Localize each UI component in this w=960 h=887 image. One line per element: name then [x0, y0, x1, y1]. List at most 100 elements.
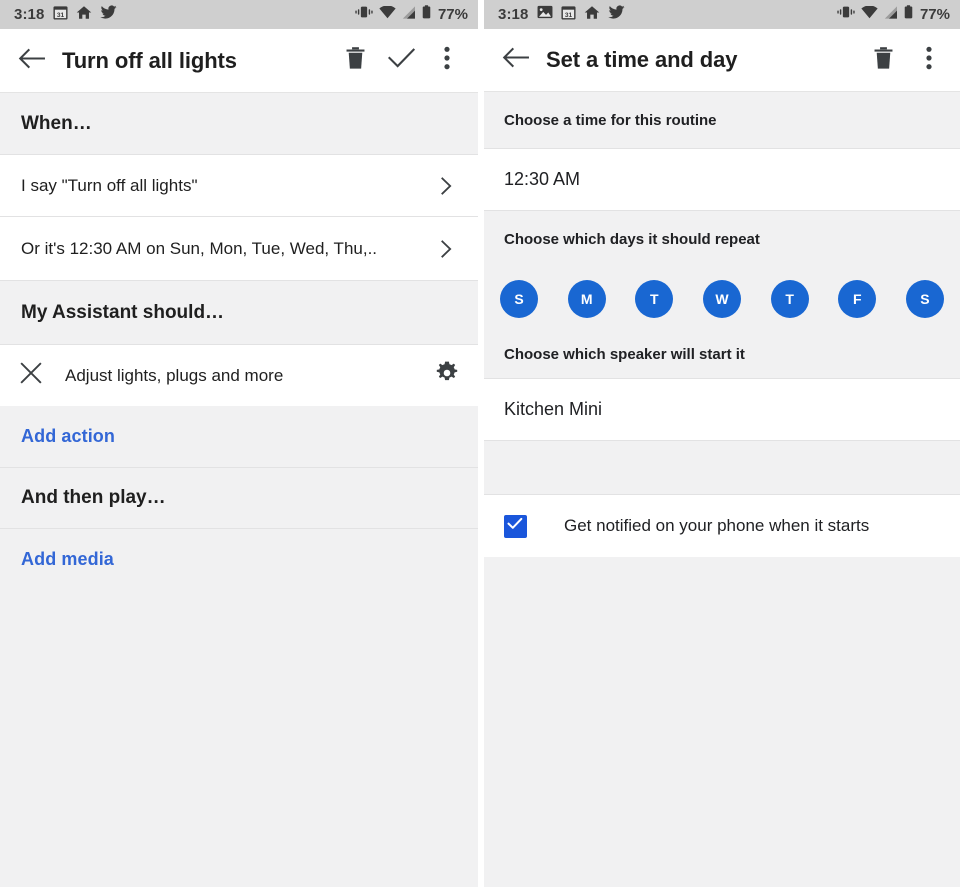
day-chip-label: S	[920, 291, 930, 307]
page-title: Set a time and day	[546, 47, 738, 72]
home-icon	[76, 5, 92, 25]
close-icon	[20, 362, 42, 389]
action-row-adjust-lights[interactable]: Adjust lights, plugs and more	[0, 345, 478, 406]
day-chip-sunday[interactable]: S	[500, 280, 538, 318]
trigger-time-label: Or it's 12:30 AM on Sun, Mon, Tue, Wed, …	[21, 238, 378, 258]
cell-signal-icon	[884, 5, 898, 24]
arrow-back-icon	[502, 46, 529, 74]
checkmark-icon	[507, 517, 523, 535]
chevron-right-icon	[441, 239, 478, 258]
days-section-heading: Choose which days it should repeat	[504, 230, 760, 248]
status-system-icons: 77%	[355, 4, 468, 24]
cell-signal-icon	[402, 5, 416, 24]
right-phone-screen: 3:18 31 77% Set a time and day Choose a …	[484, 0, 960, 887]
section-header-when: When…	[0, 93, 478, 155]
right-appbar-actions	[860, 36, 960, 84]
page-title: Turn off all lights	[62, 47, 237, 73]
day-chip-label: T	[650, 291, 659, 307]
day-chip-label: W	[715, 291, 729, 307]
left-phone-screen: 3:18 31 77% Turn off all lights When… I …	[0, 0, 478, 887]
check-icon	[387, 47, 415, 74]
time-value-row[interactable]: 12:30 AM	[484, 149, 960, 211]
right-app-bar: Set a time and day	[484, 29, 960, 92]
back-button[interactable]	[484, 46, 546, 74]
overflow-menu-button[interactable]	[906, 36, 952, 84]
right-status-bar: 3:18 31 77%	[484, 0, 960, 29]
add-action-row[interactable]: Add action	[0, 406, 478, 468]
status-time: 3:18	[498, 6, 529, 23]
home-icon	[584, 5, 600, 25]
day-chip-friday[interactable]: F	[838, 280, 877, 318]
speaker-value-row[interactable]: Kitchen Mini	[484, 379, 960, 441]
status-notification-icons: 31	[53, 5, 118, 25]
dual-screenshot-container: 3:18 31 77% Turn off all lights When… I …	[0, 0, 960, 887]
trigger-voice-label: I say "Turn off all lights"	[21, 175, 198, 195]
delete-button[interactable]	[332, 37, 378, 85]
delete-icon	[873, 46, 894, 75]
chevron-right-icon	[441, 176, 478, 195]
day-chip-tuesday[interactable]: T	[635, 280, 674, 318]
checkbox-checked	[503, 514, 527, 538]
speaker-section-heading: Choose which speaker will start it	[504, 346, 745, 363]
trigger-voice-row[interactable]: I say "Turn off all lights"	[0, 155, 478, 217]
left-empty-space	[0, 589, 478, 887]
notify-row[interactable]: Get notified on your phone when it start…	[484, 495, 960, 557]
image-icon	[537, 5, 553, 24]
section-header-label: When…	[21, 112, 92, 134]
section-header-play: And then play…	[0, 468, 478, 529]
twitter-icon	[100, 5, 118, 24]
overflow-menu-icon	[926, 46, 932, 75]
day-chip-label: F	[853, 291, 862, 307]
overflow-menu-button[interactable]	[424, 37, 470, 85]
section-header-time: Choose a time for this routine	[484, 92, 960, 149]
section-header-speaker: Choose which speaker will start it	[484, 331, 960, 379]
trigger-time-row[interactable]: Or it's 12:30 AM on Sun, Mon, Tue, Wed, …	[0, 217, 478, 281]
notify-checkbox[interactable]	[484, 514, 546, 538]
left-content: When… I say "Turn off all lights" Or it'…	[0, 93, 478, 887]
left-app-bar: Turn off all lights	[0, 29, 478, 93]
confirm-button[interactable]	[378, 37, 424, 85]
overflow-menu-icon	[444, 46, 450, 75]
vibrate-icon	[355, 5, 373, 24]
time-value: 12:30 AM	[504, 169, 581, 189]
speaker-value: Kitchen Mini	[504, 399, 603, 419]
remove-action-button[interactable]	[0, 362, 62, 389]
section-header-label: My Assistant should…	[21, 301, 225, 323]
left-appbar-actions	[332, 37, 478, 85]
wifi-icon	[861, 4, 878, 24]
day-chip-monday[interactable]: M	[567, 280, 606, 318]
back-button[interactable]	[0, 47, 62, 75]
add-media-row[interactable]: Add media	[0, 529, 478, 589]
battery-percent: 77%	[919, 6, 950, 23]
spacer-block	[484, 441, 960, 495]
action-settings-button[interactable]	[416, 360, 478, 391]
battery-icon	[422, 5, 431, 24]
time-section-heading: Choose a time for this routine	[504, 111, 717, 129]
day-chip-label: T	[785, 291, 794, 307]
arrow-back-icon	[18, 47, 45, 75]
battery-percent: 77%	[437, 6, 468, 23]
calendar-icon: 31	[561, 5, 576, 25]
add-action-link[interactable]: Add action	[0, 426, 115, 447]
calendar-icon: 31	[53, 5, 68, 25]
day-chip-wednesday[interactable]: W	[702, 280, 741, 318]
day-chip-label: S	[514, 291, 524, 307]
notify-label: Get notified on your phone when it start…	[564, 516, 870, 535]
action-label: Adjust lights, plugs and more	[65, 365, 284, 385]
delete-button[interactable]	[860, 36, 906, 84]
day-chip-thursday[interactable]: T	[770, 280, 809, 318]
svg-text:31: 31	[565, 11, 573, 18]
right-empty-space	[484, 557, 960, 887]
day-chip-label: M	[580, 291, 593, 307]
right-content: Choose a time for this routine 12:30 AM …	[484, 92, 960, 887]
battery-icon	[904, 5, 913, 24]
svg-text:31: 31	[57, 11, 65, 18]
gear-icon	[434, 360, 460, 391]
section-header-assistant: My Assistant should…	[0, 281, 478, 345]
day-chip-saturday[interactable]: S	[905, 280, 944, 318]
status-time: 3:18	[14, 6, 45, 23]
status-notification-icons: 31	[537, 5, 626, 25]
status-system-icons: 77%	[837, 4, 950, 24]
section-header-label: And then play…	[21, 487, 166, 508]
add-media-link[interactable]: Add media	[0, 549, 114, 570]
